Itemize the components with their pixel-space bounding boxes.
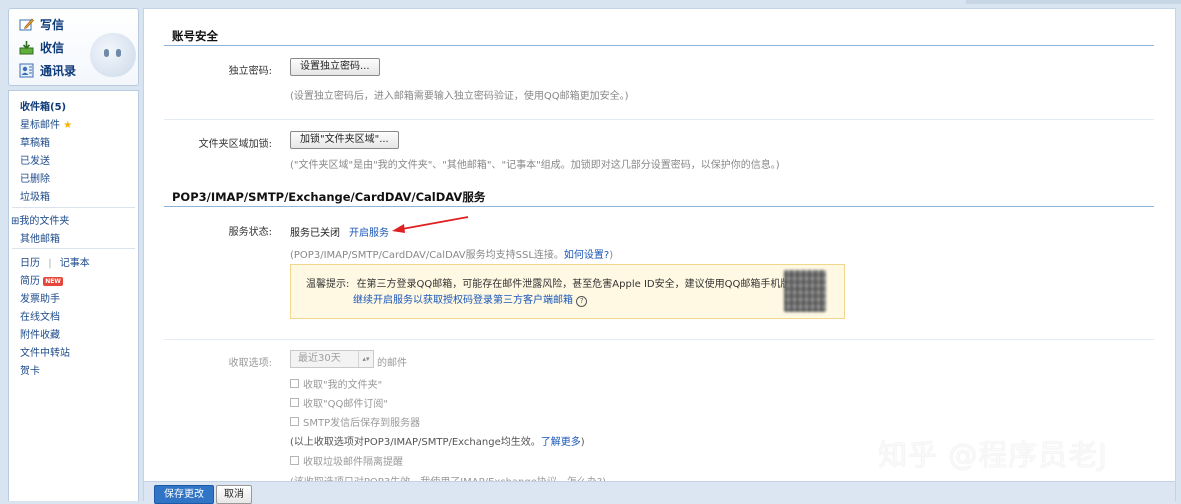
- checkbox-smtp-save[interactable]: [290, 417, 299, 426]
- sidebar-item-starred[interactable]: 星标邮件 ★: [20, 116, 72, 131]
- section-divider: [164, 206, 1154, 207]
- service-status-value: 服务已关闭: [290, 228, 340, 239]
- new-badge: NEW: [43, 277, 63, 286]
- ssl-hint: (POP3/IMAP/SMTP/CardDAV/CalDAV服务均支持SSL连接…: [290, 246, 613, 261]
- star-icon: ★: [63, 120, 73, 131]
- options-note-text: (以上收取选项对POP3/IMAP/SMTP/Exchange均生效。: [290, 437, 541, 448]
- row-divider: [164, 119, 1154, 120]
- checkbox-label: 收取"我的文件夹": [303, 380, 383, 391]
- ssl-hint-text: (POP3/IMAP/SMTP/CardDAV/CalDAV服务均支持SSL连接…: [290, 250, 564, 261]
- contacts-label: 通讯录: [40, 63, 77, 78]
- checkbox-row-subscriptions: 收取"QQ邮件订阅": [290, 395, 388, 410]
- qr-code-icon: [784, 270, 826, 312]
- nav-divider: [12, 248, 135, 249]
- set-independent-password-button[interactable]: 设置独立密码...: [290, 58, 380, 76]
- checkbox-spam-alert[interactable]: [290, 456, 299, 465]
- folder-navigation: 收件箱(5) 星标邮件 ★ 草稿箱 已发送 已删除 垃圾箱 ⊞我的文件夹 其他邮…: [8, 90, 139, 501]
- sidebar-item-inbox[interactable]: 收件箱(5): [20, 98, 66, 113]
- row-divider: [164, 339, 1154, 340]
- section-title-account-security: 账号安全: [172, 29, 218, 43]
- question-circle-icon[interactable]: ?: [576, 296, 588, 307]
- service-status-label: 服务状态:: [228, 227, 272, 238]
- red-arrow-annotation: [392, 216, 469, 233]
- options-note: (以上收取选项对POP3/IMAP/SMTP/Exchange均生效。了解更多): [290, 433, 585, 448]
- checkbox-my-folders[interactable]: [290, 379, 299, 388]
- enable-service-link[interactable]: 开启服务: [349, 224, 389, 239]
- sidebar-item-invoice[interactable]: 发票助手: [20, 290, 60, 305]
- address-book-icon: [19, 63, 34, 78]
- ssl-hint-end: ): [609, 250, 614, 261]
- pencil-icon: [19, 17, 34, 32]
- warning-link-row: 继续开启服务以获取授权码登录第三方客户端邮箱 ?: [353, 291, 588, 307]
- footer-action-bar: 保存更改 取消: [144, 481, 1175, 504]
- warning-prefix: 温馨提示:: [306, 279, 350, 290]
- sidebar-calendar-notes-row: 日历 | 记事本: [20, 254, 90, 269]
- receive-options-label: 收取选项:: [228, 358, 272, 369]
- mascot-decoration-icon: [90, 33, 136, 77]
- checkbox-label: SMTP发信后保存到服务器: [303, 418, 421, 429]
- checkbox-subscriptions[interactable]: [290, 398, 299, 407]
- sidebar-item-spam[interactable]: 垃圾箱: [20, 188, 50, 203]
- select-arrow-icon: ▴▾: [358, 351, 373, 367]
- separator: |: [48, 258, 52, 269]
- continue-enable-link[interactable]: 继续开启服务以获取授权码登录第三方客户端邮箱: [353, 295, 573, 306]
- quick-actions-panel: 写信 收信 通讯录: [8, 8, 139, 86]
- compose-label: 写信: [40, 17, 65, 32]
- independent-password-hint: (设置独立密码后，进入邮箱需要输入独立密码验证，使用QQ邮箱更加安全。): [290, 91, 629, 102]
- warning-notice: 温馨提示: 在第三方登录QQ邮箱，可能存在邮件泄露风险，甚至危害Apple ID…: [290, 264, 845, 319]
- sidebar-item-sent[interactable]: 已发送: [20, 152, 50, 167]
- nav-divider: [12, 207, 135, 208]
- folder-lock-hint: ("文件夹区域"是由"我的文件夹"、"其他邮箱"、"记事本"组成。加锁即对这几部…: [290, 160, 780, 171]
- checkbox-row-spam-alert: 收取垃圾邮件隔离提醒: [290, 453, 403, 468]
- receive-range-select[interactable]: 最近30天 ▴▾: [290, 350, 374, 368]
- folder-lock-label: 文件夹区域加锁:: [198, 139, 272, 150]
- sidebar-item-cards[interactable]: 贺卡: [20, 362, 40, 377]
- sidebar-item-notes[interactable]: 记事本: [60, 258, 90, 269]
- section-title-pop3-imap: POP3/IMAP/SMTP/Exchange/CardDAV/CalDAV服务: [172, 190, 486, 204]
- options-note-end: ): [580, 437, 585, 448]
- checkbox-label: 收取"QQ邮件订阅": [303, 399, 388, 410]
- settings-panel: 账号安全 独立密码: 设置独立密码... (设置独立密码后，进入邮箱需要输入独立…: [143, 8, 1176, 504]
- checkbox-row-smtp-save: SMTP发信后保存到服务器: [290, 414, 420, 429]
- receive-button[interactable]: 收信: [19, 37, 64, 57]
- sidebar-item-other-mailboxes[interactable]: 其他邮箱: [20, 230, 60, 245]
- save-changes-button[interactable]: 保存更改: [154, 485, 214, 504]
- sidebar-item-deleted[interactable]: 已删除: [20, 170, 50, 185]
- receive-range-value: 最近30天: [298, 353, 341, 364]
- sidebar-item-drafts[interactable]: 草稿箱: [20, 134, 50, 149]
- warning-line: 温馨提示: 在第三方登录QQ邮箱，可能存在邮件泄露风险，甚至危害Apple ID…: [306, 275, 820, 290]
- warning-text: 在第三方登录QQ邮箱，可能存在邮件泄露风险，甚至危害Apple ID安全，建议使…: [356, 279, 821, 290]
- inbox-download-icon: [19, 40, 34, 55]
- sidebar-item-resume[interactable]: 简历 NEW: [20, 272, 63, 287]
- how-to-set-link[interactable]: 如何设置?: [564, 250, 609, 261]
- receive-label: 收信: [40, 40, 65, 55]
- top-scroll-indicator: [966, 0, 1181, 4]
- checkbox-label: 收取垃圾邮件隔离提醒: [303, 457, 403, 468]
- left-sidebar: 写信 收信 通讯录 收件箱(5) 星标邮件 ★ 草稿箱 已发送 已删除 垃圾箱 …: [0, 0, 139, 501]
- section-divider: [164, 45, 1154, 46]
- zhihu-watermark: 知乎 @程序员老J: [878, 438, 1108, 472]
- cancel-button[interactable]: 取消: [216, 485, 252, 504]
- sidebar-item-attachments[interactable]: 附件收藏: [20, 326, 60, 341]
- sidebar-item-my-folders[interactable]: ⊞我的文件夹: [11, 212, 69, 227]
- receive-suffix: 的邮件: [377, 358, 407, 369]
- sidebar-item-docs[interactable]: 在线文档: [20, 308, 60, 323]
- contacts-button[interactable]: 通讯录: [19, 60, 76, 80]
- sidebar-item-file-transfer[interactable]: 文件中转站: [20, 344, 70, 359]
- sidebar-item-calendar[interactable]: 日历: [20, 258, 40, 269]
- sidebar-item-label: 简历: [20, 276, 40, 287]
- lock-folder-area-button[interactable]: 加锁"文件夹区域"...: [290, 131, 399, 149]
- compose-button[interactable]: 写信: [19, 14, 64, 34]
- learn-more-link[interactable]: 了解更多: [541, 437, 581, 448]
- independent-password-label: 独立密码:: [228, 66, 272, 77]
- checkbox-row-my-folders: 收取"我的文件夹": [290, 376, 382, 391]
- sidebar-item-label: 星标邮件: [20, 120, 60, 131]
